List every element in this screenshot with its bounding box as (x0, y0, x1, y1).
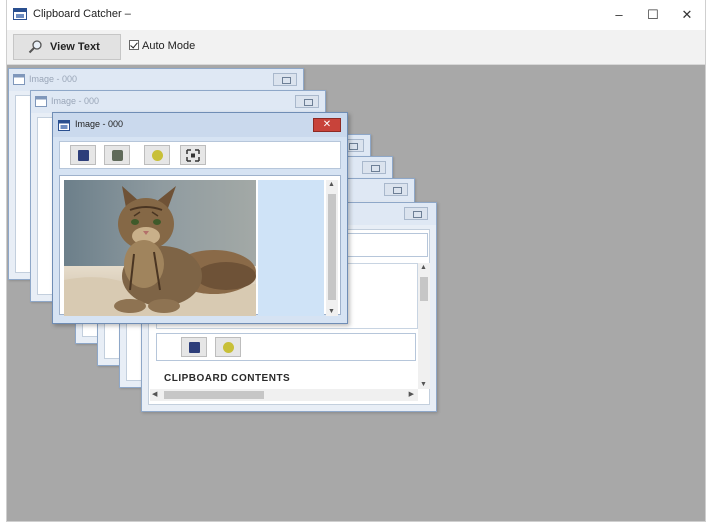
app-title: Clipboard Catcher – (33, 8, 131, 20)
cat-photo-image (64, 180, 256, 316)
view-text-button[interactable]: View Text (13, 34, 121, 60)
image-window-front[interactable]: Image - 000 ✕ ▲ ▼ (52, 112, 348, 324)
image-window-title: Image - 000 (75, 119, 124, 129)
toolbar: View Text Auto Mode (7, 30, 705, 65)
image-window-icon (13, 74, 25, 85)
auto-mode-checkbox[interactable]: Auto Mode (129, 40, 195, 52)
image-window-title: Image - 000 (29, 74, 78, 84)
horizontal-scrollbar[interactable]: ◀ ▶ (150, 389, 418, 401)
clipboard-contents-label: CLIPBOARD CONTENTS (164, 373, 291, 384)
maximize-button[interactable]: ☐ (639, 5, 667, 25)
close-icon[interactable]: ✕ (313, 118, 341, 132)
image-window-icon (35, 96, 47, 107)
scrollbar-thumb[interactable] (164, 391, 264, 399)
maximize-icon[interactable] (362, 161, 386, 174)
save-button[interactable] (181, 337, 207, 357)
checkbox-checked-icon[interactable] (129, 40, 139, 50)
scroll-down-icon[interactable]: ▼ (328, 308, 335, 315)
scroll-up-icon[interactable]: ▲ (328, 181, 335, 188)
magnifier-icon (28, 40, 42, 54)
image-viewer[interactable]: ▲ ▼ (59, 175, 341, 316)
app-icon (13, 8, 27, 20)
scroll-down-icon[interactable]: ▼ (420, 381, 427, 388)
maximize-icon[interactable] (384, 183, 408, 196)
save-button[interactable] (70, 145, 96, 165)
copy-button[interactable] (144, 145, 170, 165)
auto-mode-label: Auto Mode (142, 40, 196, 52)
text-window-toolbar (156, 333, 416, 361)
print-icon (112, 150, 123, 161)
maximize-icon[interactable] (295, 95, 319, 108)
scrollbar-thumb[interactable] (328, 194, 336, 300)
scroll-right-icon[interactable]: ▶ (409, 390, 414, 398)
save-icon (189, 342, 200, 353)
image-window-icon (58, 120, 70, 131)
fit-view-button[interactable] (180, 145, 206, 165)
scroll-up-icon[interactable]: ▲ (420, 264, 427, 271)
vertical-scrollbar[interactable]: ▲ ▼ (326, 180, 338, 316)
expand-icon (186, 149, 200, 162)
minimize-button[interactable]: – (605, 5, 633, 25)
scrollbar-thumb[interactable] (420, 277, 428, 301)
image-window-title: Image - 000 (51, 96, 100, 106)
copy-icon (152, 150, 163, 161)
close-button[interactable]: ✕ (673, 5, 701, 25)
image-window-toolbar (59, 141, 341, 169)
save-icon (78, 150, 89, 161)
maximize-icon[interactable] (404, 207, 428, 220)
copy-icon (223, 342, 234, 353)
vertical-scrollbar[interactable]: ▲ ▼ (418, 263, 430, 389)
maximize-icon[interactable] (273, 73, 297, 86)
image-window-titlebar[interactable]: Image - 000 ✕ (53, 113, 347, 137)
view-text-label: View Text (50, 41, 100, 53)
print-button[interactable] (104, 145, 130, 165)
title-bar[interactable]: Clipboard Catcher – – ☐ ✕ (7, 0, 705, 30)
image-window-titlebar[interactable]: Image - 000 (31, 91, 325, 113)
image-background (258, 180, 324, 316)
image-window-titlebar[interactable]: Image - 000 (9, 69, 303, 91)
scroll-left-icon[interactable]: ◀ (152, 390, 157, 398)
copy-button[interactable] (215, 337, 241, 357)
cat-photo (64, 180, 256, 316)
